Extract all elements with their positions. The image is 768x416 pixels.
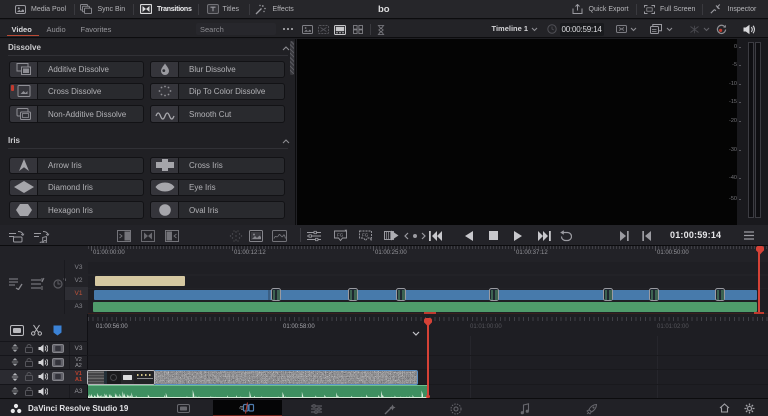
svg-text:FG: FG bbox=[362, 233, 369, 238]
svg-text:FG: FG bbox=[337, 233, 344, 238]
